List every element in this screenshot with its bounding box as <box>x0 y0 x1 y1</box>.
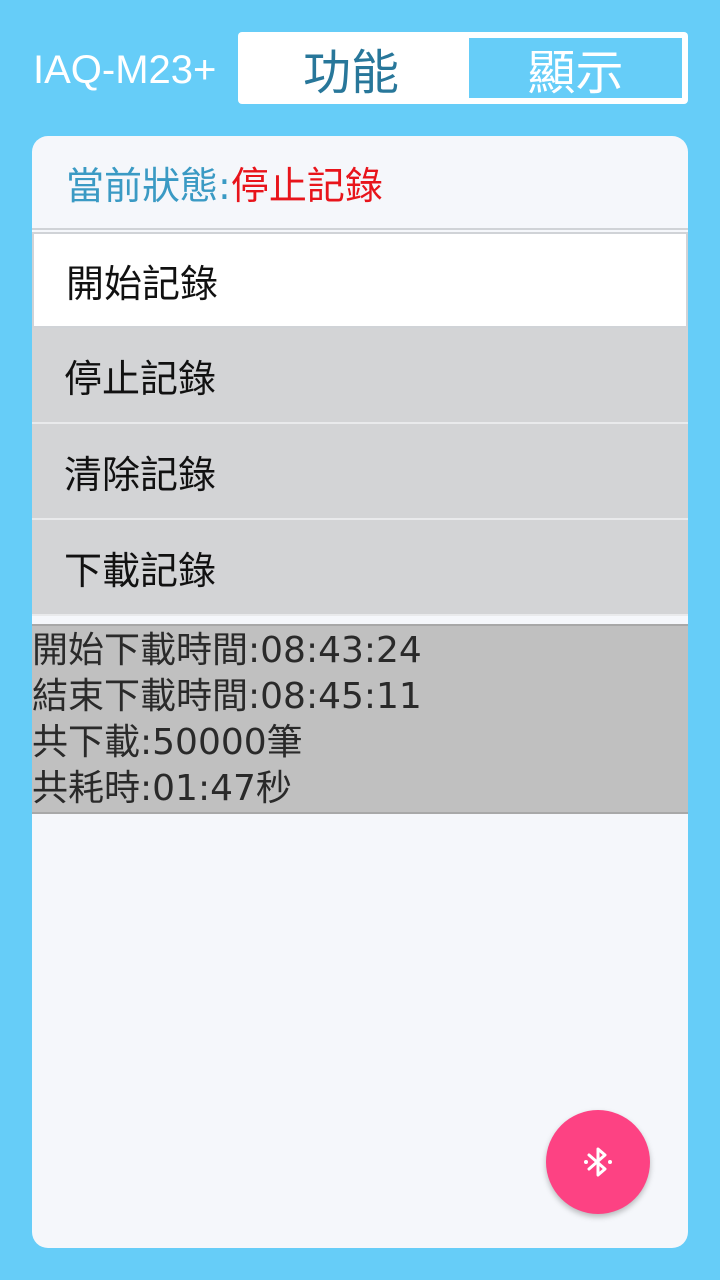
download-end-time: 結束下載時間:08:45:11 <box>32 676 422 717</box>
download-elapsed-time: 共耗時:01:47秒 <box>32 768 292 809</box>
main-panel: 當前狀態:停止記錄 開始記錄 停止記錄 清除記錄 下載記錄 開始下載時間:08:… <box>32 136 688 1248</box>
status-line: 當前狀態:停止記錄 <box>66 158 383 214</box>
start-record-button[interactable]: 開始記錄 <box>32 232 688 328</box>
tab-display[interactable]: 顯示 <box>469 38 682 101</box>
download-record-button[interactable]: 下載記錄 <box>32 520 688 616</box>
app-title: IAQ-M23+ <box>33 48 217 92</box>
record-menu: 開始記錄 停止記錄 清除記錄 下載記錄 <box>32 232 688 616</box>
download-total-records: 共下載:50000筆 <box>32 722 303 763</box>
bluetooth-icon <box>584 1147 612 1177</box>
download-info-box: 開始下載時間:08:43:24 結束下載時間:08:45:11 共下載:5000… <box>32 624 688 814</box>
clear-record-button[interactable]: 清除記錄 <box>32 424 688 520</box>
download-start-time: 開始下載時間:08:43:24 <box>32 630 422 671</box>
mode-tab-group: 功能 顯示 <box>238 32 688 104</box>
bluetooth-button[interactable] <box>546 1110 650 1214</box>
divider <box>32 228 688 230</box>
tab-function[interactable]: 功能 <box>244 38 458 101</box>
status-label: 當前狀態: <box>66 164 231 208</box>
app-header: IAQ-M23+ 功能 顯示 <box>0 0 720 120</box>
status-value: 停止記錄 <box>230 164 383 208</box>
stop-record-button[interactable]: 停止記錄 <box>32 328 688 424</box>
